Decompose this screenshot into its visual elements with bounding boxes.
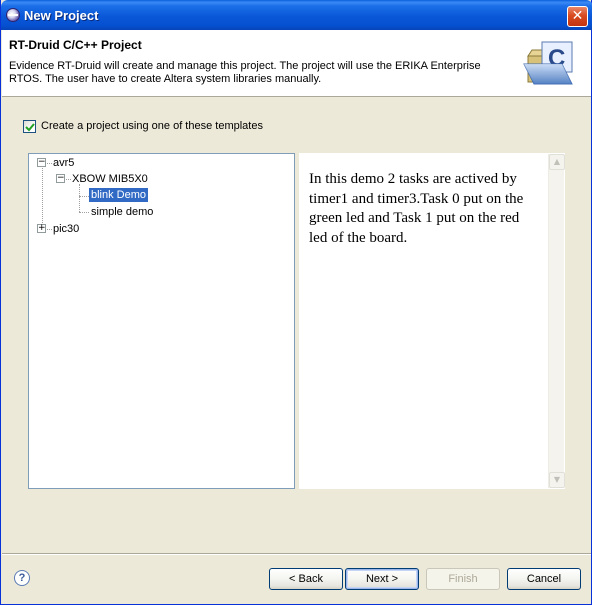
finish-button[interactable]: Finish [426, 568, 500, 590]
next-button[interactable]: Next > [345, 568, 419, 590]
folder-c-icon: C [522, 38, 580, 90]
tree-node-simple-demo[interactable]: simple demo [91, 205, 153, 219]
back-button[interactable]: < Back [269, 568, 343, 590]
help-icon[interactable]: ? [14, 570, 30, 586]
close-button[interactable]: ✕ [567, 6, 588, 27]
template-description-panel: In this demo 2 tasks are actived by time… [299, 153, 565, 489]
eclipse-icon [6, 8, 20, 22]
scroll-up-icon[interactable]: ▲ [549, 154, 565, 170]
tree-node-avr5[interactable]: avr5 [53, 156, 74, 170]
scroll-down-icon[interactable]: ▼ [549, 472, 565, 488]
template-description-text: In this demo 2 tasks are actived by time… [309, 171, 524, 246]
wizard-page-title: RT-Druid C/C++ Project [9, 38, 142, 52]
title-bar[interactable]: New Project ✕ [1, 0, 592, 30]
wizard-banner: RT-Druid C/C++ Project Evidence RT-Druid… [2, 30, 591, 97]
template-checkbox[interactable] [23, 119, 36, 133]
description-scrollbar[interactable]: ▲ ▼ [548, 154, 565, 488]
checkmark-icon [25, 122, 35, 131]
cancel-button[interactable]: Cancel [507, 568, 581, 590]
expand-icon[interactable]: + [37, 224, 46, 233]
tree-node-xbow-mib5x0[interactable]: XBOW MIB5X0 [72, 172, 148, 186]
tree-node-blink-demo[interactable]: blink Demo [89, 188, 149, 202]
template-checkbox-label: Create a project using one of these temp… [41, 120, 263, 132]
collapse-icon[interactable]: − [37, 158, 46, 167]
template-checkbox-row[interactable]: Create a project using one of these temp… [23, 119, 263, 133]
tree-node-pic30[interactable]: pic30 [53, 222, 79, 236]
template-tree[interactable]: − avr5 − XBOW MIB5X0 blink Demo simple d… [28, 153, 295, 489]
wizard-page-description: Evidence RT-Druid will create and manage… [9, 60, 481, 85]
collapse-icon[interactable]: − [56, 174, 65, 183]
window-title: New Project [24, 8, 99, 23]
new-project-dialog: New Project ✕ RT-Druid C/C++ Project Evi… [0, 0, 592, 605]
